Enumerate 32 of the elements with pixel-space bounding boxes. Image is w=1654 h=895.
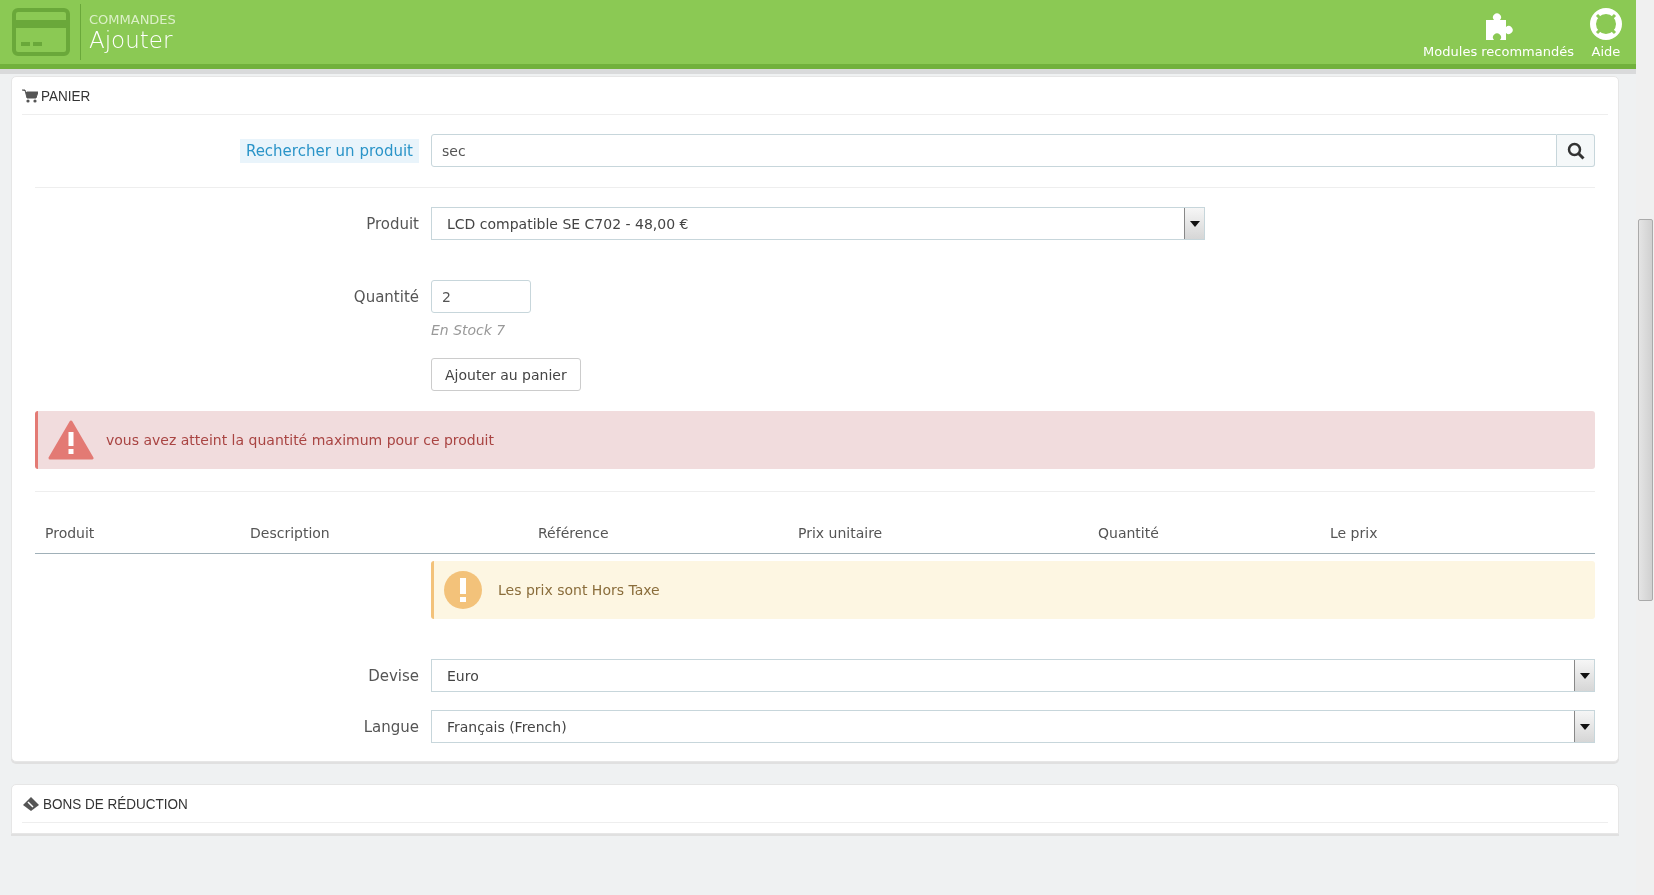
panel-title: BONS DE RÉDUCTION xyxy=(43,795,188,812)
search-button[interactable] xyxy=(1557,134,1595,167)
column-header: Produit xyxy=(45,525,96,541)
search-label: Rechercher un produit xyxy=(239,138,419,163)
lifebuoy-icon xyxy=(1588,5,1624,42)
cart-icon xyxy=(22,88,38,103)
scrollbar-thumb[interactable] xyxy=(1638,219,1653,601)
column-header: Quantité xyxy=(1098,525,1160,541)
warning-message: Les prix sont Hors Taxe xyxy=(498,582,660,598)
product-search-field[interactable]: sec xyxy=(431,134,1557,167)
error-message: vous avez atteint la quantité maximum pour ce produit xyxy=(106,432,494,448)
product-select[interactable]: LCD compatible SE C702 - 48,00 € xyxy=(431,207,1205,240)
currency-select[interactable]: Euro xyxy=(431,659,1595,692)
column-header: Le prix xyxy=(1330,525,1379,541)
column-header: Référence xyxy=(538,525,610,541)
panel-title: PANIER xyxy=(41,87,91,104)
column-header: Description xyxy=(250,525,331,541)
language-label: Langue xyxy=(363,717,419,736)
search-icon xyxy=(1566,141,1585,160)
product-label: Produit xyxy=(366,214,419,233)
ticket-icon xyxy=(22,795,40,812)
page-title: Ajouter xyxy=(89,26,174,53)
exclamation-icon xyxy=(444,571,482,609)
stock-note: En Stock 7 xyxy=(431,322,506,338)
quantity-label: Quantité xyxy=(353,287,419,306)
warning-icon xyxy=(48,420,94,460)
column-header: Prix unitaire xyxy=(798,525,884,541)
add-to-cart-button[interactable]: Ajouter au panier xyxy=(431,358,581,391)
quantity-field[interactable]: 2 xyxy=(431,280,531,313)
language-select[interactable]: Français (French) xyxy=(431,710,1595,743)
credit-card-icon xyxy=(12,8,70,56)
currency-label: Devise xyxy=(368,666,419,685)
